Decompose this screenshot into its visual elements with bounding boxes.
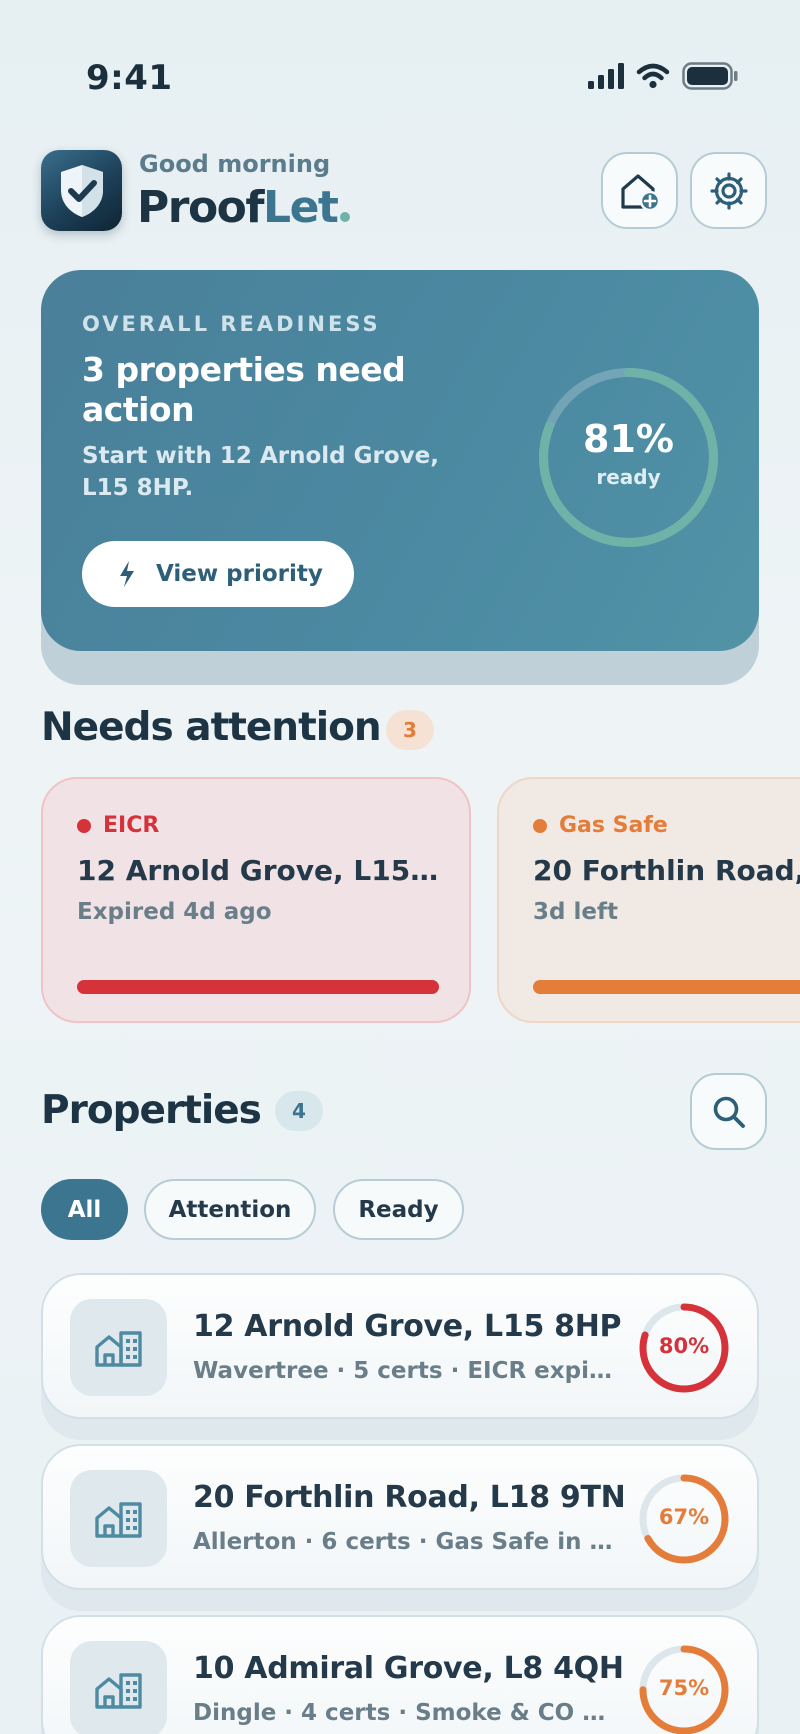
needs-attention-title: Needs attention	[41, 705, 382, 750]
property-meta: Dingle · 4 certs · Smoke & CO in 5d	[193, 1700, 613, 1726]
property-thumbnail	[70, 1299, 167, 1396]
attention-address: 20 Forthlin Road, L18 9TN	[533, 854, 800, 887]
property-percent: 75%	[658, 1676, 710, 1700]
brand-dot	[340, 212, 351, 222]
property-readiness-ring: 67%	[637, 1472, 731, 1566]
add-property-button[interactable]	[601, 152, 678, 229]
filter-chip-ready[interactable]: Ready	[333, 1179, 464, 1240]
attention-type: Gas Safe	[533, 813, 668, 838]
attention-type-label: Gas Safe	[559, 813, 668, 838]
attention-count-badge: 3	[386, 710, 434, 750]
property-meta: Allerton · 6 certs · Gas Safe in 3d	[193, 1529, 613, 1555]
property-meta: Wavertree · 5 certs · EICR expired	[193, 1358, 613, 1384]
property-readiness-ring: 80%	[637, 1301, 731, 1395]
property-card[interactable]: 20 Forthlin Road, L18 9TN Allerton · 6 c…	[41, 1444, 759, 1590]
attention-card-gas-safe[interactable]: Gas Safe 20 Forthlin Road, L18 9TN 3d le…	[497, 777, 800, 1023]
add-property-icon	[620, 173, 660, 211]
status-icons	[588, 62, 738, 90]
building-icon	[94, 1501, 142, 1538]
properties-title: Properties	[41, 1088, 262, 1133]
attention-progress-bar	[533, 980, 800, 994]
attention-status: 3d left	[533, 899, 618, 925]
search-button[interactable]	[690, 1073, 767, 1150]
property-readiness-ring: 75%	[637, 1643, 731, 1734]
view-priority-button[interactable]: View priority	[82, 541, 354, 607]
greeting-text: Good morning	[139, 150, 331, 178]
property-card[interactable]: 12 Arnold Grove, L15 8HP Wavertree · 5 c…	[41, 1273, 759, 1419]
home-screen: 9:41 Good morning ProofLet OVERALL READI…	[0, 0, 800, 1734]
attention-card-eicr[interactable]: EICR 12 Arnold Grove, L15 8HP Expired 4d…	[41, 777, 471, 1023]
property-card[interactable]: 10 Admiral Grove, L8 4QH Dingle · 4 cert…	[41, 1615, 759, 1734]
readiness-ring: 81% ready	[536, 365, 721, 550]
properties-count-badge: 4	[275, 1091, 323, 1131]
attention-address: 12 Arnold Grove, L15 8HP	[77, 854, 442, 887]
attention-status: Expired 4d ago	[77, 899, 272, 925]
readiness-subtitle: Start with 12 Arnold Grove, L15 8HP.	[82, 443, 439, 501]
filter-chip-attention[interactable]: Attention	[144, 1179, 316, 1240]
shield-check-icon	[60, 164, 103, 217]
search-icon	[713, 1096, 745, 1128]
wifi-icon	[636, 63, 670, 89]
filter-chip-all[interactable]: All	[41, 1179, 128, 1240]
cellular-signal-icon	[588, 63, 624, 89]
property-address: 20 Forthlin Road, L18 9TN	[193, 1480, 626, 1515]
battery-icon	[682, 62, 738, 90]
property-percent: 67%	[658, 1505, 710, 1529]
status-dot	[77, 818, 91, 833]
brand-accent: Let	[263, 182, 339, 233]
readiness-percent: 81%	[583, 417, 674, 461]
settings-button[interactable]	[690, 152, 767, 229]
attention-progress-bar	[77, 980, 439, 994]
property-thumbnail	[70, 1470, 167, 1567]
property-percent: 80%	[658, 1334, 710, 1358]
readiness-card: OVERALL READINESS 3 properties need acti…	[41, 270, 759, 651]
property-thumbnail	[70, 1641, 167, 1734]
view-priority-label: View priority	[156, 561, 323, 587]
attention-type: EICR	[77, 813, 159, 838]
settings-gear-icon	[709, 171, 748, 210]
readiness-caption: ready	[596, 465, 661, 489]
building-icon	[94, 1672, 142, 1709]
status-time: 9:41	[86, 58, 173, 98]
attention-type-label: EICR	[103, 813, 160, 838]
status-dot	[533, 818, 547, 833]
property-address: 12 Arnold Grove, L15 8HP	[193, 1309, 622, 1344]
brand-wordmark: ProofLet	[137, 182, 351, 233]
property-address: 10 Admiral Grove, L8 4QH	[193, 1651, 624, 1686]
readiness-title: 3 properties need action	[82, 350, 406, 429]
building-icon	[94, 1330, 142, 1367]
readiness-eyebrow: OVERALL READINESS	[82, 312, 381, 336]
app-logo	[41, 150, 122, 231]
brand-main: Proof	[137, 182, 265, 233]
lightning-bolt-icon	[120, 561, 134, 587]
